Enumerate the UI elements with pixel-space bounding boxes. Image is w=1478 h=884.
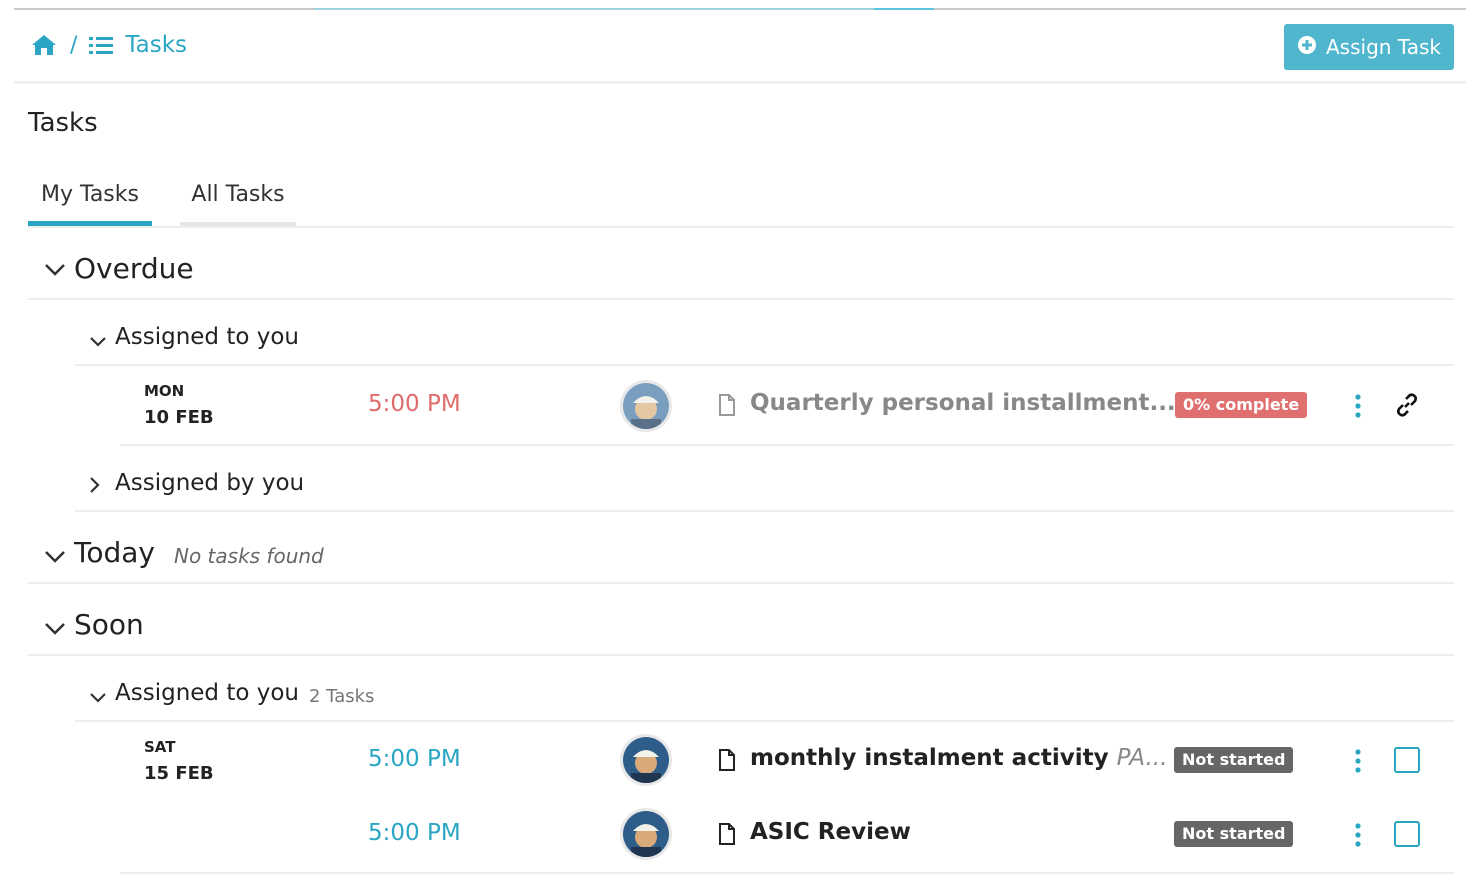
section-today[interactable]: Today No tasks found [28, 528, 1454, 584]
chevron-down-icon[interactable] [44, 549, 66, 568]
task-count: 2 Tasks [309, 686, 375, 707]
task-title: monthly instalment activity [750, 745, 1109, 771]
task-row[interactable]: 5:00 PM ASIC Review Not started [120, 798, 1454, 874]
task-date: 15 FEB [144, 763, 214, 784]
breadcrumb: / Tasks [30, 32, 187, 58]
tab-all-tasks[interactable]: All Tasks [180, 172, 296, 226]
section-title: Soon [74, 608, 144, 641]
avatar[interactable] [620, 380, 672, 432]
task-time: 5:00 PM [368, 820, 461, 846]
complete-checkbox[interactable] [1394, 821, 1420, 847]
task-name[interactable]: monthly instalment activity PA... [750, 745, 1167, 771]
progress-badge: 0% complete [1175, 392, 1308, 418]
avatar[interactable] [620, 808, 672, 860]
empty-note: No tasks found [174, 544, 324, 568]
status-badge: Not started [1174, 747, 1294, 773]
avatar[interactable] [620, 734, 672, 786]
assign-task-button[interactable]: Assign Task [1284, 24, 1454, 70]
more-options-icon[interactable] [1354, 393, 1362, 423]
document-icon [718, 748, 736, 776]
group-overdue-assigned-to-you[interactable]: Assigned to you [75, 314, 1454, 366]
task-extra: PA... [1116, 745, 1168, 771]
home-icon[interactable] [30, 33, 58, 57]
link-icon[interactable] [1394, 392, 1420, 422]
tab-my-tasks[interactable]: My Tasks [28, 172, 152, 226]
group-soon-assigned-to-you[interactable]: Assigned to you 2 Tasks [75, 670, 1454, 722]
more-options-icon[interactable] [1354, 748, 1362, 778]
task-name[interactable]: ASIC Review [750, 819, 911, 845]
section-soon[interactable]: Soon [28, 600, 1454, 656]
task-time: 5:00 PM [368, 746, 461, 772]
group-title: Assigned by you [115, 470, 305, 496]
section-title: Overdue [74, 252, 194, 285]
assign-task-label: Assign Task [1326, 35, 1441, 59]
chevron-down-icon[interactable] [89, 689, 107, 708]
task-list-icon [89, 35, 114, 55]
section-title: Today [74, 536, 155, 569]
status-badge: Not started [1174, 821, 1294, 847]
task-row[interactable]: MON 10 FEB 5:00 PM Quarterly personal in… [120, 366, 1454, 446]
group-overdue-assigned-by-you[interactable]: Assigned by you [75, 460, 1454, 512]
group-title: Assigned to you [115, 680, 299, 706]
document-icon [718, 822, 736, 850]
task-time: 5:00 PM [368, 391, 461, 417]
chevron-down-icon[interactable] [89, 333, 107, 352]
chevron-down-icon[interactable] [44, 621, 66, 640]
chevron-right-icon[interactable] [89, 476, 101, 498]
page-title: Tasks [28, 108, 98, 138]
task-name[interactable]: Quarterly personal installment... [750, 390, 1176, 416]
complete-checkbox[interactable] [1394, 747, 1420, 773]
more-options-icon[interactable] [1354, 822, 1362, 852]
page-header: / Tasks Assign Task [14, 12, 1466, 84]
plus-circle-icon [1297, 35, 1317, 60]
tab-bar: My Tasks All Tasks [28, 172, 1454, 228]
breadcrumb-current[interactable]: Tasks [125, 32, 187, 58]
document-icon [718, 393, 736, 421]
chevron-down-icon[interactable] [44, 262, 66, 281]
top-progress-line [14, 8, 1466, 10]
task-row[interactable]: SAT 15 FEB 5:00 PM monthly instalment ac… [120, 722, 1454, 798]
group-title: Assigned to you [115, 324, 299, 350]
section-overdue[interactable]: Overdue [28, 246, 1454, 300]
breadcrumb-separator: / [70, 32, 78, 58]
task-date: 10 FEB [144, 407, 214, 428]
task-day: MON [144, 382, 185, 400]
task-day: SAT [144, 738, 176, 756]
